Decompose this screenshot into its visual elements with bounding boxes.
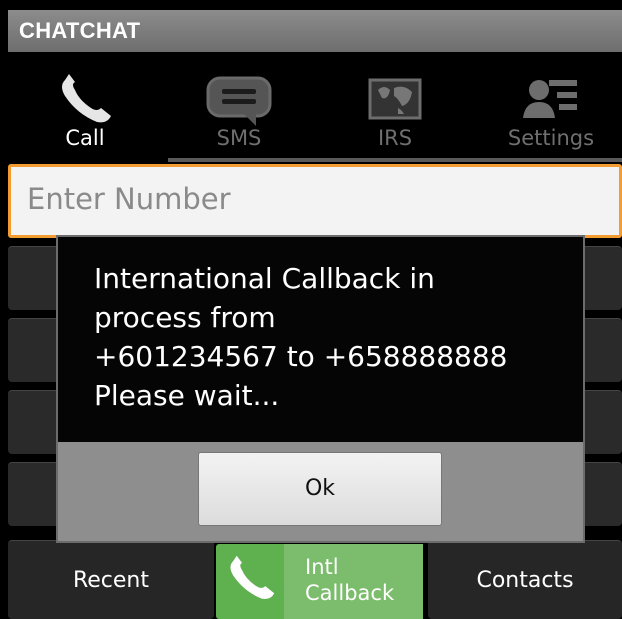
intl-callback-label: Intl Callback <box>284 544 423 619</box>
contacts-label: Contacts <box>476 568 574 593</box>
tab-irs-label: IRS <box>377 126 413 150</box>
chat-bubble-icon <box>204 74 274 132</box>
world-map-icon <box>368 74 422 126</box>
tab-call[interactable]: Call <box>8 66 162 164</box>
tab-settings-label: Settings <box>507 126 595 150</box>
phone-handset-icon <box>57 74 113 130</box>
number-input[interactable] <box>11 167 619 235</box>
tab-settings[interactable]: Settings <box>474 66 622 164</box>
tab-sms-label: SMS <box>216 126 262 150</box>
app-title-bar: CHATCHAT <box>8 10 622 52</box>
tab-irs[interactable]: IRS <box>318 66 472 164</box>
tab-bar: Call SMS IRS Settings <box>8 66 622 164</box>
tab-sms[interactable]: SMS <box>162 66 316 164</box>
bottom-bar: Recent Intl Callback Contacts <box>8 540 622 619</box>
callback-dialog: International Callback in process from +… <box>56 235 585 543</box>
dialog-footer: Ok <box>58 442 583 541</box>
ok-button[interactable]: Ok <box>198 452 442 526</box>
user-list-icon <box>521 74 581 128</box>
number-field[interactable] <box>8 164 622 238</box>
ok-button-label: Ok <box>304 476 336 501</box>
recent-button[interactable]: Recent <box>8 540 214 619</box>
intl-callback-button[interactable]: Intl Callback <box>216 544 423 619</box>
tab-underline <box>168 158 622 162</box>
contacts-button[interactable]: Contacts <box>428 540 622 619</box>
app-title: CHATCHAT <box>19 18 141 43</box>
dialog-message: International Callback in process from +… <box>94 262 508 412</box>
tab-call-label: Call <box>65 126 105 150</box>
phone-handset-icon <box>226 554 276 604</box>
recent-label: Recent <box>72 568 150 593</box>
